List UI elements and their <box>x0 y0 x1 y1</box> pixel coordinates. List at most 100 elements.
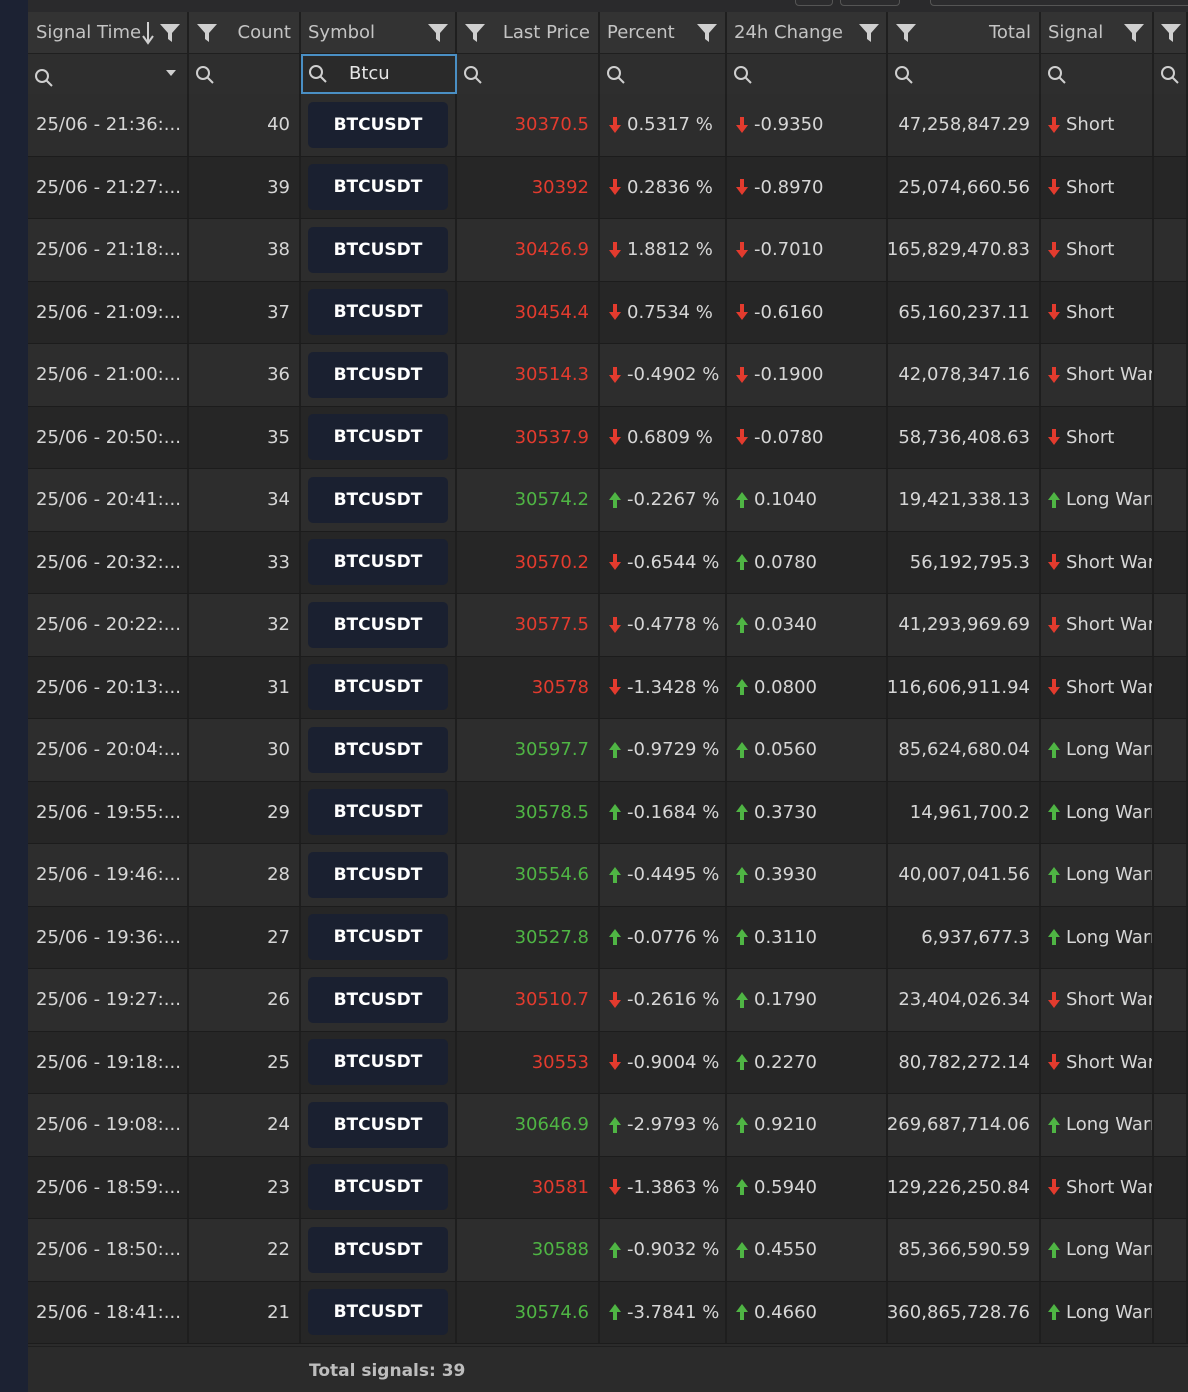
filter-funnel-icon[interactable] <box>1123 22 1145 44</box>
table-row[interactable]: 25/06 - 19:55:... 29 BTCUSDT 30578.5 -0.1684… <box>28 781 1188 844</box>
percent-value: 0.2836 % <box>627 176 713 198</box>
toolbar-search-box[interactable] <box>930 0 1188 6</box>
column-header-signal[interactable]: Signal <box>1041 12 1154 54</box>
cell-signal: Short <box>1041 281 1154 343</box>
filter-signal[interactable] <box>1041 54 1154 94</box>
cell-last-price: 30514.3 <box>457 344 600 406</box>
symbol-button[interactable]: BTCUSDT <box>308 476 448 523</box>
cell-last-price: 30577.5 <box>457 594 600 656</box>
symbol-button[interactable]: BTCUSDT <box>308 851 448 898</box>
change-value: 0.3110 <box>754 926 817 948</box>
filter-total[interactable] <box>888 54 1041 94</box>
arrow-up-icon <box>609 1116 621 1133</box>
symbol-button[interactable]: BTCUSDT <box>308 164 448 211</box>
column-header-count[interactable]: Count <box>189 12 301 54</box>
cell-percent: -0.4495 % <box>600 844 727 906</box>
signal-value: Short <box>1066 426 1115 448</box>
table-row[interactable]: 25/06 - 20:50:... 35 BTCUSDT 30537.9 0.6809 … <box>28 406 1188 469</box>
toolbar-button[interactable] <box>795 0 833 6</box>
table-row[interactable]: 25/06 - 19:36:... 27 BTCUSDT 30527.8 -0.0776… <box>28 906 1188 969</box>
table-row[interactable]: 25/06 - 20:22:... 32 BTCUSDT 30577.5 -0.4778… <box>28 594 1188 657</box>
symbol-button[interactable]: BTCUSDT <box>308 601 448 648</box>
cell-total: 360,865,728.76 <box>888 1281 1041 1343</box>
table-row[interactable]: 25/06 - 18:50:... 22 BTCUSDT 30588 -0.9032 %… <box>28 1219 1188 1282</box>
table-row[interactable]: 25/06 - 20:04:... 30 BTCUSDT 30597.7 -0.9729… <box>28 719 1188 782</box>
percent-value: -0.2267 % <box>627 489 720 511</box>
column-header-signal-time[interactable]: Signal Time <box>28 12 189 54</box>
column-header-last-price[interactable]: Last Price <box>457 12 600 54</box>
cell-symbol: BTCUSDT <box>301 1031 457 1093</box>
filter-percent[interactable] <box>600 54 727 94</box>
filter-last-price[interactable] <box>457 54 600 94</box>
column-header-24h-change[interactable]: 24h Change <box>727 12 888 54</box>
filter-funnel-icon[interactable] <box>464 22 486 44</box>
cell-signal: Short Warı <box>1041 969 1154 1031</box>
symbol-button[interactable]: BTCUSDT <box>308 414 448 461</box>
table-row[interactable]: 25/06 - 19:08:... 24 BTCUSDT 30646.9 -2.9793… <box>28 1094 1188 1157</box>
filter-funnel-icon[interactable] <box>196 22 218 44</box>
column-header-total[interactable]: Total <box>888 12 1041 54</box>
table-row[interactable]: 25/06 - 19:27:... 26 BTCUSDT 30510.7 -0.2616… <box>28 969 1188 1032</box>
arrow-down-icon <box>609 366 621 383</box>
symbol-button[interactable]: BTCUSDT <box>308 226 448 273</box>
table-row[interactable]: 25/06 - 19:18:... 25 BTCUSDT 30553 -0.9004 %… <box>28 1031 1188 1094</box>
filter-24h-change[interactable] <box>727 54 888 94</box>
search-icon <box>1048 66 1066 84</box>
change-value: 0.0780 <box>754 551 817 573</box>
toolbar-button[interactable] <box>840 0 900 6</box>
table-row[interactable]: 25/06 - 18:59:... 23 BTCUSDT 30581 -1.3863 %… <box>28 1156 1188 1219</box>
table-row[interactable]: 25/06 - 21:00:... 36 BTCUSDT 30514.3 -0.4902… <box>28 344 1188 407</box>
table-row[interactable]: 25/06 - 20:32:... 33 BTCUSDT 30570.2 -0.6544… <box>28 531 1188 594</box>
symbol-button[interactable]: BTCUSDT <box>308 289 448 336</box>
table-row[interactable]: 25/06 - 20:41:... 34 BTCUSDT 30574.2 -0.2267… <box>28 469 1188 532</box>
table-row[interactable]: 25/06 - 21:36:... 40 BTCUSDT 30370.5 0.5317 … <box>28 94 1188 157</box>
symbol-button[interactable]: BTCUSDT <box>308 976 448 1023</box>
symbol-button[interactable]: BTCUSDT <box>308 1101 448 1148</box>
cell-more <box>1154 531 1188 593</box>
filter-funnel-icon[interactable] <box>858 22 880 44</box>
table-row[interactable]: 25/06 - 21:18:... 38 BTCUSDT 30426.9 1.8812 … <box>28 219 1188 282</box>
column-header-percent[interactable]: Percent <box>600 12 727 54</box>
cell-signal: Long Warn <box>1041 906 1154 968</box>
sort-desc-icon[interactable] <box>141 20 155 46</box>
filter-funnel-icon[interactable] <box>696 22 718 44</box>
symbol-button[interactable]: BTCUSDT <box>308 789 448 836</box>
signal-value: Long Warn <box>1066 864 1154 886</box>
table-row[interactable]: 25/06 - 18:41:... 21 BTCUSDT 30574.6 -3.7841… <box>28 1281 1188 1344</box>
arrow-down-icon <box>1048 366 1060 383</box>
chevron-down-icon[interactable] <box>166 70 176 76</box>
symbol-button[interactable]: BTCUSDT <box>308 351 448 398</box>
symbol-button[interactable]: BTCUSDT <box>308 726 448 773</box>
change-value: -0.9350 <box>754 114 824 136</box>
filter-funnel-icon[interactable] <box>427 22 449 44</box>
percent-value: 1.8812 % <box>627 239 713 261</box>
percent-value: 0.5317 % <box>627 114 713 136</box>
symbol-button[interactable]: BTCUSDT <box>308 1039 448 1086</box>
search-icon <box>1161 66 1179 84</box>
arrow-down-icon <box>1048 241 1060 258</box>
table-row[interactable]: 25/06 - 20:13:... 31 BTCUSDT 30578 -1.3428 %… <box>28 656 1188 719</box>
filter-count[interactable] <box>189 54 301 94</box>
table-row[interactable]: 25/06 - 19:46:... 28 BTCUSDT 30554.6 -0.4495… <box>28 844 1188 907</box>
filter-funnel-icon[interactable] <box>895 22 917 44</box>
filter-more[interactable] <box>1154 54 1188 94</box>
table-row[interactable]: 25/06 - 21:09:... 37 BTCUSDT 30454.4 0.7534 … <box>28 281 1188 344</box>
filter-signal-time[interactable] <box>28 54 189 94</box>
table-row[interactable]: 25/06 - 21:27:... 39 BTCUSDT 30392 0.2836 % -… <box>28 156 1188 219</box>
change-value: -0.8970 <box>754 176 824 198</box>
symbol-button[interactable]: BTCUSDT <box>308 539 448 586</box>
symbol-button[interactable]: BTCUSDT <box>308 101 448 148</box>
column-header-symbol[interactable]: Symbol <box>301 12 457 54</box>
filter-symbol-value[interactable]: Btcu <box>349 56 390 92</box>
symbol-button[interactable]: BTCUSDT <box>308 1164 448 1211</box>
cell-total: 65,160,237.11 <box>888 281 1041 343</box>
filter-funnel-icon[interactable] <box>1160 22 1182 44</box>
symbol-button[interactable]: BTCUSDT <box>308 664 448 711</box>
symbol-button[interactable]: BTCUSDT <box>308 1289 448 1336</box>
cell-symbol: BTCUSDT <box>301 469 457 531</box>
column-header-more[interactable] <box>1154 12 1188 54</box>
symbol-button[interactable]: BTCUSDT <box>308 1226 448 1273</box>
filter-symbol-input[interactable]: Btcu <box>301 54 457 94</box>
filter-funnel-icon[interactable] <box>159 22 181 44</box>
symbol-button[interactable]: BTCUSDT <box>308 914 448 961</box>
